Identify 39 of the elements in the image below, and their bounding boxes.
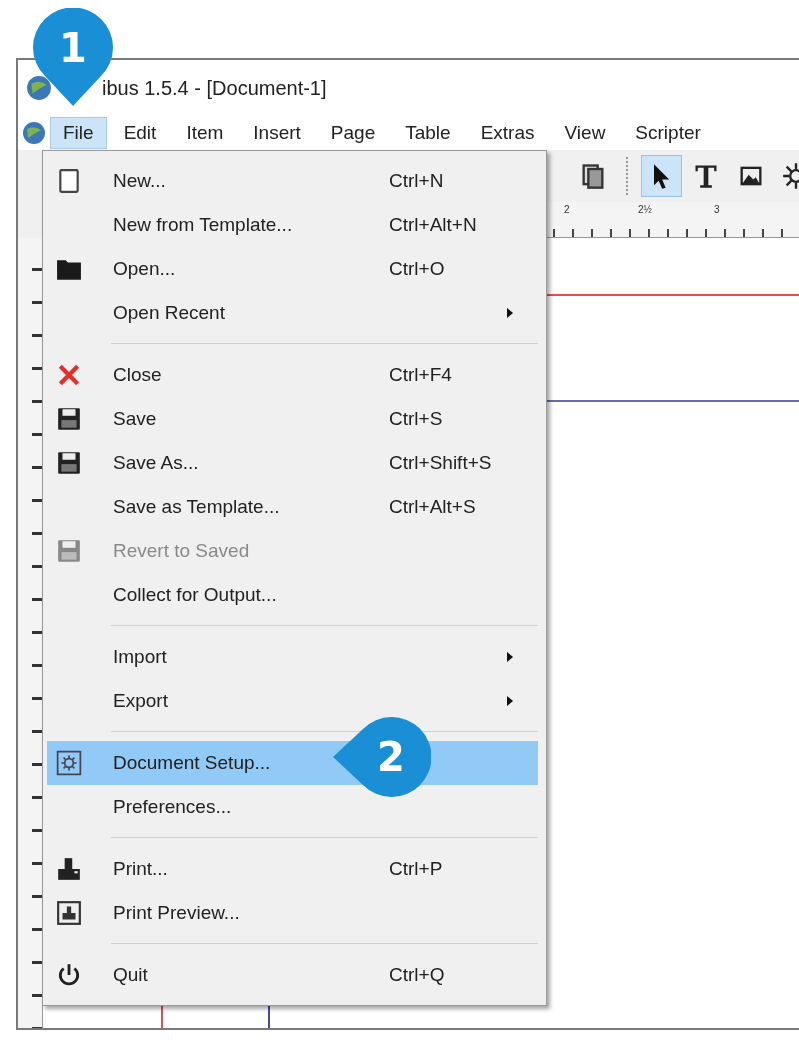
menu-item[interactable]: View — [551, 117, 619, 149]
menu-entry[interactable]: Close Ctrl+F4 — [47, 353, 538, 397]
pointer-icon[interactable] — [640, 155, 682, 197]
menu-entry[interactable]: Save as Template... Ctrl+Alt+S — [47, 485, 538, 529]
menu-item[interactable]: File — [50, 117, 107, 149]
submenu-arrow-icon — [506, 307, 514, 319]
menu-entry[interactable]: Collect for Output... — [47, 573, 538, 617]
settings-icon — [56, 750, 82, 776]
close-icon — [56, 362, 82, 388]
ruler-label: 2½ — [638, 204, 652, 215]
menu-entry[interactable]: Print Preview... — [47, 891, 538, 935]
globe-icon — [22, 121, 46, 145]
menu-entry[interactable]: Save As... Ctrl+Shift+S — [47, 441, 538, 485]
menu-item[interactable]: Item — [173, 117, 237, 149]
window-title: ibus 1.5.4 - [Document-1] — [102, 76, 327, 100]
printer-icon — [56, 856, 82, 882]
menu-entry[interactable]: Open Recent — [47, 291, 538, 335]
menu-entry[interactable]: Import — [47, 635, 538, 679]
page-icon — [56, 168, 82, 194]
menu-item[interactable]: Edit — [110, 117, 170, 149]
menu-entry[interactable]: New from Template... Ctrl+Alt+N — [47, 203, 538, 247]
power-icon — [56, 962, 82, 988]
ruler-label: 2 — [564, 204, 570, 215]
submenu-arrow-icon — [506, 695, 514, 707]
menu-entry[interactable]: New... Ctrl+N — [47, 159, 538, 203]
menu-item[interactable]: Scripter — [622, 117, 714, 149]
menu-item[interactable]: Page — [317, 117, 389, 149]
step-marker: 2 — [333, 717, 431, 797]
menu-entry[interactable]: Quit Ctrl+Q — [47, 953, 538, 997]
menu-item[interactable]: Insert — [240, 117, 314, 149]
menu-entry[interactable]: Print... Ctrl+P — [47, 847, 538, 891]
globe-icon — [26, 75, 52, 101]
submenu-arrow-icon — [506, 651, 514, 663]
menu-item[interactable]: Table — [392, 117, 464, 149]
menu-entry[interactable]: Open... Ctrl+O — [47, 247, 538, 291]
menu-item[interactable]: Extras — [467, 117, 548, 149]
menu-entry[interactable]: Save Ctrl+S — [47, 397, 538, 441]
ruler-label: 3 — [714, 204, 720, 215]
print-preview-icon — [56, 900, 82, 926]
